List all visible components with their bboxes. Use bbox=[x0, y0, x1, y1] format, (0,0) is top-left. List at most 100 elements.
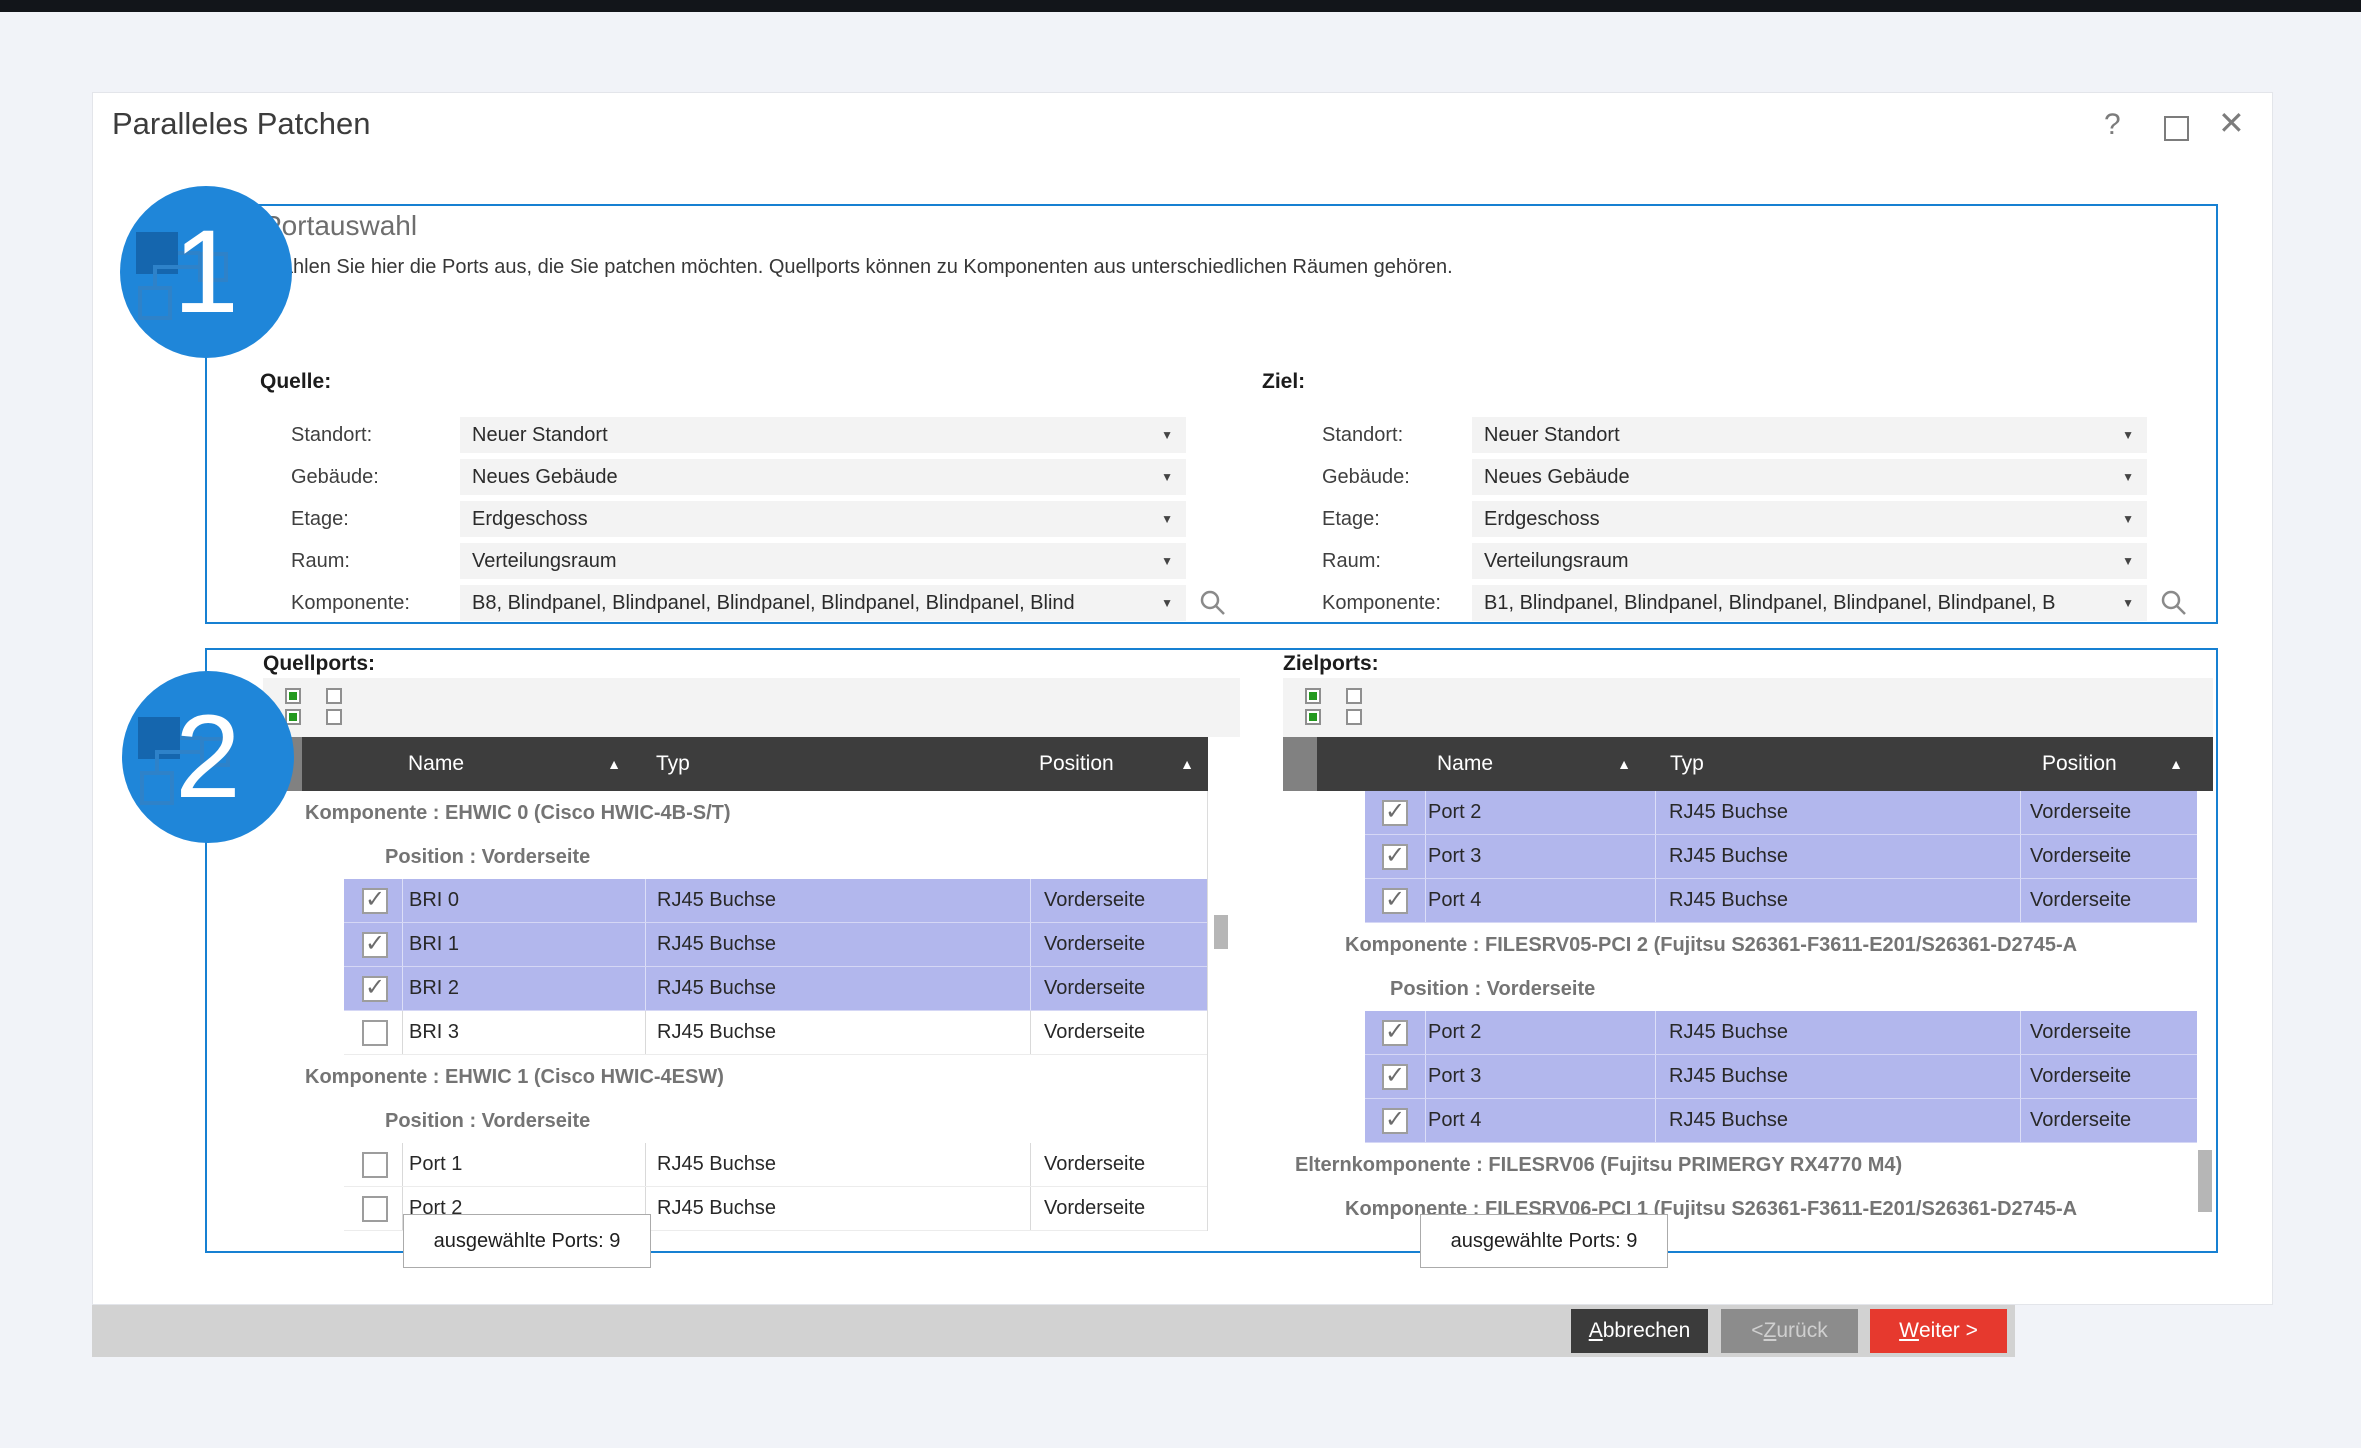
group-row[interactable]: Komponente : EHWIC 0 (Cisco HWIC-4B-S/T) bbox=[268, 791, 1207, 835]
quellports-toolbar bbox=[263, 678, 1240, 737]
group-row[interactable]: Komponente : EHWIC 1 (Cisco HWIC-4ESW) bbox=[268, 1055, 1207, 1099]
port-row[interactable]: Port 1RJ45 BuchseVorderseite bbox=[268, 1143, 1207, 1187]
row-checkbox[interactable] bbox=[362, 1196, 388, 1222]
group-row[interactable]: Komponente : FILESRV05-PCI 2 (Fujitsu S2… bbox=[1283, 923, 2197, 967]
port-name: Port 4 bbox=[1425, 879, 1655, 922]
dropdown-field[interactable]: B1, Blindpanel, Blindpanel, Blindpanel, … bbox=[1472, 585, 2147, 621]
port-typ: RJ45 Buchse bbox=[1655, 1011, 2020, 1054]
zielports-rows: ✓Port 2RJ45 BuchseVorderseite✓Port 3RJ45… bbox=[1283, 791, 2197, 1231]
cancel-button[interactable]: Abbrechen bbox=[1571, 1309, 1708, 1353]
help-icon[interactable]: ? bbox=[2104, 108, 2121, 142]
port-position: Vorderseite bbox=[1030, 879, 1208, 922]
port-row[interactable]: ✓Port 4RJ45 BuchseVorderseite bbox=[1283, 879, 2197, 923]
port-row[interactable]: ✓Port 3RJ45 BuchseVorderseite bbox=[1283, 835, 2197, 879]
quellports-scrollbar-thumb[interactable] bbox=[1214, 915, 1228, 949]
chevron-down-icon[interactable]: ▼ bbox=[1161, 428, 1173, 442]
chevron-down-icon[interactable]: ▼ bbox=[1161, 470, 1173, 484]
row-checkbox[interactable]: ✓ bbox=[362, 888, 388, 914]
zielports-scrollbar-thumb[interactable] bbox=[2198, 1150, 2212, 1212]
dropdown-field[interactable]: Erdgeschoss▼ bbox=[460, 501, 1186, 537]
group-label: Komponente : FILESRV05-PCI 2 (Fujitsu S2… bbox=[1283, 934, 2077, 957]
port-row[interactable]: ✓BRI 0RJ45 BuchseVorderseite bbox=[268, 879, 1207, 923]
port-row[interactable]: ✓Port 3RJ45 BuchseVorderseite bbox=[1283, 1055, 2197, 1099]
group-row[interactable]: Position : Vorderseite bbox=[268, 1099, 1207, 1143]
row-checkbox[interactable]: ✓ bbox=[362, 932, 388, 958]
deselect-all-icon[interactable] bbox=[326, 688, 342, 725]
port-row[interactable]: BRI 3RJ45 BuchseVorderseite bbox=[268, 1011, 1207, 1055]
sort-asc-icon[interactable]: ▲ bbox=[1617, 756, 1631, 772]
field-row: Etage:Erdgeschoss▼ bbox=[291, 501, 1186, 537]
port-name: Port 2 bbox=[1425, 1011, 1655, 1054]
group-label: Komponente : EHWIC 0 (Cisco HWIC-4B-S/T) bbox=[268, 802, 731, 825]
column-header-name[interactable]: Name bbox=[1437, 752, 1493, 776]
port-typ: RJ45 Buchse bbox=[1655, 791, 2020, 834]
select-all-icon[interactable] bbox=[1305, 688, 1321, 725]
field-row: Komponente:B8, Blindpanel, Blindpanel, B… bbox=[291, 585, 1228, 621]
chevron-down-icon[interactable]: ▼ bbox=[1161, 512, 1173, 526]
dropdown-field[interactable]: Neuer Standort▼ bbox=[1472, 417, 2147, 453]
port-row[interactable]: ✓Port 2RJ45 BuchseVorderseite bbox=[1283, 1011, 2197, 1055]
target-label: Ziel: bbox=[1262, 370, 1305, 394]
sort-asc-icon[interactable]: ▲ bbox=[607, 756, 621, 772]
field-row: Standort:Neuer Standort▼ bbox=[291, 417, 1186, 453]
group-row[interactable]: Position : Vorderseite bbox=[268, 835, 1207, 879]
column-header-name[interactable]: Name bbox=[408, 752, 464, 776]
dropdown-field[interactable]: Neues Gebäude▼ bbox=[460, 459, 1186, 495]
chevron-down-icon[interactable]: ▼ bbox=[1161, 554, 1173, 568]
back-button[interactable]: < Zurück bbox=[1721, 1309, 1858, 1353]
port-name: Port 2 bbox=[1425, 791, 1655, 834]
row-checkbox[interactable] bbox=[362, 1152, 388, 1178]
chevron-down-icon[interactable]: ▼ bbox=[2122, 554, 2134, 568]
group-row[interactable]: Elternkomponente : FILESRV06 (Fujitsu PR… bbox=[1283, 1143, 2197, 1187]
sort-asc-icon[interactable]: ▲ bbox=[1180, 756, 1194, 772]
row-checkbox[interactable]: ✓ bbox=[1382, 1064, 1408, 1090]
column-header-typ[interactable]: Typ bbox=[656, 752, 690, 776]
dropdown-field[interactable]: Neues Gebäude▼ bbox=[1472, 459, 2147, 495]
chevron-down-icon[interactable]: ▼ bbox=[2122, 428, 2134, 442]
group-label: Position : Vorderseite bbox=[268, 846, 590, 869]
maximize-icon[interactable] bbox=[2164, 116, 2189, 141]
row-checkbox[interactable]: ✓ bbox=[1382, 1108, 1408, 1134]
field-row: Standort:Neuer Standort▼ bbox=[1322, 417, 2147, 453]
row-checkbox[interactable] bbox=[362, 1020, 388, 1046]
port-position: Vorderseite bbox=[1030, 967, 1208, 1010]
dropdown-field[interactable]: Neuer Standort▼ bbox=[460, 417, 1186, 453]
port-row[interactable]: ✓Port 4RJ45 BuchseVorderseite bbox=[1283, 1099, 2197, 1143]
port-row[interactable]: ✓Port 2RJ45 BuchseVorderseite bbox=[1283, 791, 2197, 835]
zielports-selected-count: ausgewählte Ports: 9 bbox=[1420, 1214, 1668, 1268]
search-icon[interactable] bbox=[2159, 585, 2189, 621]
dropdown-field[interactable]: Verteilungsraum ▼ bbox=[1472, 543, 2147, 579]
step-number: 2 bbox=[122, 671, 294, 843]
close-icon[interactable]: ✕ bbox=[2218, 104, 2245, 142]
sort-asc-icon[interactable]: ▲ bbox=[2169, 756, 2183, 772]
group-row[interactable]: Position : Vorderseite bbox=[1283, 967, 2197, 1011]
row-checkbox[interactable]: ✓ bbox=[1382, 1020, 1408, 1046]
next-button[interactable]: Weiter > bbox=[1870, 1309, 2007, 1353]
port-row[interactable]: ✓BRI 2RJ45 BuchseVorderseite bbox=[268, 967, 1207, 1011]
group-label: Komponente : EHWIC 1 (Cisco HWIC-4ESW) bbox=[268, 1066, 724, 1089]
search-icon[interactable] bbox=[1198, 585, 1228, 621]
quellports-selected-count: ausgewählte Ports: 9 bbox=[403, 1214, 651, 1268]
port-row[interactable]: ✓BRI 1RJ45 BuchseVorderseite bbox=[268, 923, 1207, 967]
chevron-down-icon[interactable]: ▼ bbox=[1161, 596, 1173, 610]
step-number: 1 bbox=[120, 186, 292, 358]
row-checkbox[interactable]: ✓ bbox=[1382, 888, 1408, 914]
row-checkbox[interactable]: ✓ bbox=[1382, 800, 1408, 826]
chevron-down-icon[interactable]: ▼ bbox=[2122, 596, 2134, 610]
dropdown-value: B8, Blindpanel, Blindpanel, Blindpanel, … bbox=[472, 592, 1075, 615]
dropdown-field[interactable]: B8, Blindpanel, Blindpanel, Blindpanel, … bbox=[460, 585, 1186, 621]
chevron-down-icon[interactable]: ▼ bbox=[2122, 512, 2134, 526]
row-checkbox[interactable]: ✓ bbox=[362, 976, 388, 1002]
dropdown-field[interactable]: Verteilungsraum ▼ bbox=[460, 543, 1186, 579]
source-label: Quelle: bbox=[260, 370, 331, 394]
column-header-typ[interactable]: Typ bbox=[1670, 752, 1704, 776]
column-header-position[interactable]: Position bbox=[1039, 752, 1114, 776]
dropdown-value: Verteilungsraum bbox=[472, 550, 617, 573]
row-checkbox[interactable]: ✓ bbox=[1382, 844, 1408, 870]
dropdown-field[interactable]: Erdgeschoss▼ bbox=[1472, 501, 2147, 537]
port-typ: RJ45 Buchse bbox=[645, 967, 1030, 1010]
dropdown-value: Verteilungsraum bbox=[1484, 550, 1629, 573]
deselect-all-icon[interactable] bbox=[1346, 688, 1362, 725]
column-header-position[interactable]: Position bbox=[2042, 752, 2117, 776]
chevron-down-icon[interactable]: ▼ bbox=[2122, 470, 2134, 484]
